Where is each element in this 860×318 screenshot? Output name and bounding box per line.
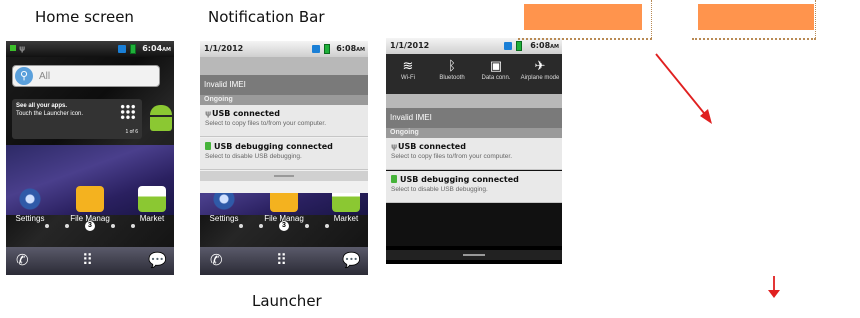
- notification-usb-connected[interactable]: ψUSB connected Select to copy files to/f…: [386, 138, 562, 170]
- notification-shade: Invalid IMEI Ongoing ψUSB connected Sele…: [386, 94, 562, 246]
- android-icon: [150, 105, 172, 131]
- quick-toggles: ≋ Wi-Fi ᛒ Bluetooth ▣ Data conn. ✈ Airplane …: [386, 54, 562, 94]
- page-dot[interactable]: [325, 223, 329, 228]
- airplane-icon: ✈: [534, 58, 546, 73]
- notification-phone: Settings File Manag Market 3 ✆ ⠿ 💬 1/1/2…: [200, 41, 368, 275]
- phone-icon[interactable]: ✆: [210, 253, 223, 268]
- status-date: 1/1/2012: [204, 44, 244, 53]
- settings-gear-icon: [16, 186, 44, 212]
- status-date: 1/1/2012: [390, 41, 430, 50]
- phone-icon[interactable]: ✆: [16, 253, 29, 268]
- page-indicator: 3: [6, 217, 174, 235]
- toggle-data[interactable]: ▣ Data conn.: [476, 57, 516, 82]
- notification-usb-debugging[interactable]: USB debugging connected Select to disabl…: [200, 138, 368, 170]
- page-dot[interactable]: [45, 223, 49, 228]
- search-widget[interactable]: ⚲ All: [12, 65, 160, 87]
- search-icon: ⚲: [15, 67, 33, 85]
- shade-drag-handle[interactable]: [386, 250, 562, 260]
- caption-home-screen: Home screen: [35, 8, 134, 26]
- notification-usb-connected[interactable]: ψUSB connected Select to copy files to/f…: [200, 105, 368, 137]
- ongoing-header: Ongoing: [200, 95, 368, 105]
- bluetooth-icon: ᛒ: [448, 58, 456, 73]
- page-dot[interactable]: [131, 223, 135, 228]
- red-arrow-diagonal: [655, 53, 712, 124]
- shade-header: [386, 94, 562, 108]
- usb-icon: ψ: [205, 109, 212, 118]
- page-dot[interactable]: [111, 223, 115, 228]
- launcher-icon[interactable]: ⠿: [276, 253, 287, 268]
- caption-notification-bar: Notification Bar: [208, 8, 325, 26]
- launcher-tip-widget[interactable]: See all your apps. Touch the Launcher ic…: [12, 99, 142, 139]
- page-dot[interactable]: [259, 223, 263, 228]
- status-time: 6:08AM: [336, 44, 365, 53]
- folder-icon: [76, 186, 104, 212]
- shade-header: [200, 57, 368, 75]
- toggle-bluetooth[interactable]: ᛒ Bluetooth: [432, 57, 472, 82]
- orange-box-2: [698, 4, 814, 30]
- status-bar: ψ 6:04AM: [6, 41, 174, 57]
- page-indicator: 3: [200, 217, 368, 235]
- signal-icon: [504, 42, 512, 50]
- apps-grid-icon: [120, 104, 136, 120]
- signal-icon: [312, 45, 320, 53]
- search-placeholder: All: [39, 71, 51, 82]
- usb-status-icon: ψ: [10, 44, 25, 53]
- widget-page: 1 of 6: [125, 129, 138, 135]
- orange-box-1: [524, 4, 642, 30]
- debug-icon: [205, 142, 211, 150]
- shade-drag-handle[interactable]: [200, 171, 368, 181]
- wifi-icon: ≋: [402, 58, 414, 73]
- caption-launcher: Launcher: [252, 292, 322, 310]
- usb-icon: ψ: [391, 142, 398, 151]
- current-page-dot: 3: [85, 220, 95, 231]
- imei-banner: Invalid IMEI: [386, 108, 562, 128]
- status-time: 6:04AM: [142, 44, 171, 53]
- status-time: 6:08AM: [530, 41, 559, 50]
- battery-icon: [516, 41, 522, 51]
- market-bag-icon: [138, 186, 166, 212]
- bottom-dock: ✆ ⠿ 💬: [6, 247, 174, 275]
- notification-usb-debugging[interactable]: USB debugging connected Select to disabl…: [386, 171, 562, 203]
- toggle-wifi[interactable]: ≋ Wi-Fi: [388, 57, 428, 82]
- bottom-dock: ✆ ⠿ 💬: [200, 247, 368, 275]
- signal-icon: [118, 45, 126, 53]
- battery-icon: [324, 44, 330, 54]
- page-dot[interactable]: [65, 223, 69, 228]
- imei-banner: Invalid IMEI: [200, 75, 368, 95]
- notification-shade: Invalid IMEI Ongoing ψUSB connected Sele…: [200, 57, 368, 193]
- messaging-icon[interactable]: 💬: [148, 253, 167, 268]
- status-bar[interactable]: 1/1/2012 6:08AM: [200, 41, 368, 57]
- page-dot[interactable]: [305, 223, 309, 228]
- expanded-notification-phone: 1/1/2012 6:08AM ≋ Wi-Fi ᛒ Bluetooth ▣ Data …: [386, 38, 562, 264]
- messaging-icon[interactable]: 💬: [342, 253, 361, 268]
- home-screen-phone: ψ 6:04AM ⚲ All See all your apps. Touch …: [6, 41, 174, 275]
- page-dot[interactable]: [239, 223, 243, 228]
- toggle-airplane[interactable]: ✈ Airplane mode: [520, 57, 560, 82]
- battery-icon: [130, 44, 136, 54]
- current-page-dot: 3: [279, 220, 289, 231]
- wallpaper: [6, 57, 174, 275]
- ongoing-header: Ongoing: [386, 128, 562, 138]
- red-arrow-down: [768, 276, 780, 298]
- status-bar[interactable]: 1/1/2012 6:08AM: [386, 38, 562, 54]
- launcher-icon[interactable]: ⠿: [82, 253, 93, 268]
- data-icon: ▣: [489, 58, 503, 73]
- debug-icon: [391, 175, 397, 183]
